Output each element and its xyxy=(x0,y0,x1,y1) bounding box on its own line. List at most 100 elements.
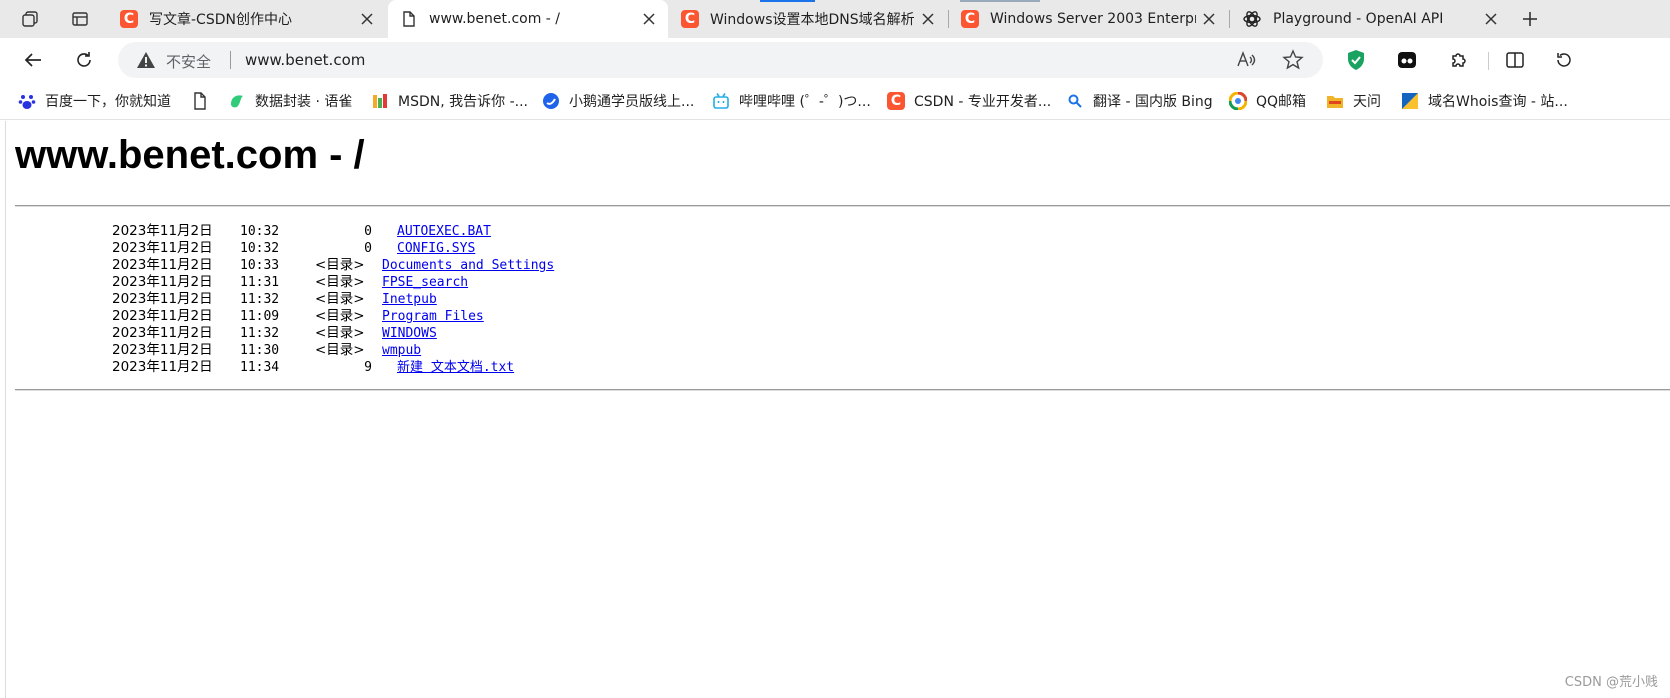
watermark: CSDN @荒小贱 xyxy=(1564,675,1658,690)
warning-triangle-icon[interactable] xyxy=(136,51,156,69)
tab-csdn-editor[interactable]: C 写文章-CSDN创作中心 xyxy=(108,0,386,38)
back-arrow-icon[interactable] xyxy=(17,44,49,76)
workspaces-icon[interactable] xyxy=(16,7,44,31)
extension-app-icon[interactable] xyxy=(1391,44,1423,76)
entry-link[interactable]: 新建 文本文档.txt xyxy=(397,359,514,376)
entry-link[interactable]: Program Files xyxy=(382,308,484,325)
refresh-icon[interactable] xyxy=(68,44,100,76)
tab-title: Playground - OpenAI API xyxy=(1273,11,1444,27)
omnibox-separator xyxy=(230,51,231,69)
page-icon xyxy=(400,10,418,28)
bookmark-label: 百度一下，你就知道 xyxy=(45,94,171,110)
tab-csdn-dns[interactable]: C Windows设置本地DNS域名解析h xyxy=(669,0,947,38)
favorite-star-icon[interactable] xyxy=(1281,48,1305,72)
bookmark-msdn[interactable]: MSDN, 我告诉你 -... xyxy=(371,91,528,111)
bookmark-yuque[interactable]: 数据封装 · 语雀 xyxy=(228,91,352,111)
tab-benet[interactable]: www.benet.com - / xyxy=(388,0,668,38)
bookmark-label: MSDN, 我告诉你 -... xyxy=(398,94,528,110)
yuque-icon xyxy=(228,92,246,110)
url-text[interactable]: www.benet.com xyxy=(245,51,365,69)
toolbar-separator xyxy=(1488,52,1489,70)
dir-marker: <目录> xyxy=(315,308,365,324)
entry-link[interactable]: Inetpub xyxy=(382,291,437,308)
bookmark-bilibili[interactable]: 哔哩哔哩 (゜-゜)つ... xyxy=(712,91,871,111)
dir-marker: <目录> xyxy=(315,325,365,341)
extensions-puzzle-icon[interactable] xyxy=(1443,44,1475,76)
shield-extension-icon[interactable] xyxy=(1340,44,1372,76)
csdn-icon: C xyxy=(120,10,138,28)
tab-strip: C 写文章-CSDN创作中心 www.benet.com - / C Windo… xyxy=(0,0,1670,38)
tab-title: Windows设置本地DNS域名解析h xyxy=(710,12,915,28)
bookmark-qqmail[interactable]: QQ邮箱 xyxy=(1229,91,1306,111)
csdn-icon: C xyxy=(681,10,699,28)
close-icon[interactable] xyxy=(636,6,662,32)
bookmark-label: 数据封装 · 语雀 xyxy=(255,94,353,110)
close-icon[interactable] xyxy=(1478,6,1504,32)
entry-link[interactable]: AUTOEXEC.BAT xyxy=(397,223,491,240)
bookmark-csdn[interactable]: C CSDN - 专业开发者... xyxy=(887,91,1051,111)
read-aloud-icon[interactable] xyxy=(1234,48,1258,72)
bookmark-label: 天问 xyxy=(1353,94,1381,110)
dir-marker: <目录> xyxy=(315,291,365,307)
page-title: www.benet.com - / xyxy=(15,133,365,177)
qqmail-icon xyxy=(1229,92,1247,110)
tab-openai-playground[interactable]: Playground - OpenAI API xyxy=(1230,0,1510,38)
entry-time: 11:09 xyxy=(240,309,280,324)
whois-icon xyxy=(1401,92,1419,110)
entry-date: 2023年11月2日 xyxy=(112,359,213,375)
tab-title: www.benet.com - / xyxy=(429,11,561,27)
history-icon[interactable] xyxy=(1548,44,1580,76)
entry-link[interactable]: Documents and Settings xyxy=(382,257,554,274)
entry-time: 11:31 xyxy=(240,275,280,290)
entry-time: 11:30 xyxy=(240,343,280,358)
close-icon[interactable] xyxy=(354,6,380,32)
bookmark-bing-translate[interactable]: 翻译 - 国内版 Bing xyxy=(1066,91,1213,111)
entry-link[interactable]: CONFIG.SYS xyxy=(397,240,475,257)
bookmark-whois[interactable]: 域名Whois查询 - 站... xyxy=(1401,91,1568,111)
entry-date: 2023年11月2日 xyxy=(112,240,213,256)
entry-time: 10:32 xyxy=(240,224,280,239)
entry-link[interactable]: wmpub xyxy=(382,342,421,359)
xiaoetong-icon xyxy=(542,92,560,110)
page-viewport: www.benet.com - / 2023年11月2日 10:32 0 AUT… xyxy=(5,121,1670,698)
entry-date: 2023年11月2日 xyxy=(112,274,213,290)
bookmark-blank-page[interactable] xyxy=(191,91,209,111)
entry-link[interactable]: FPSE_search xyxy=(382,274,468,291)
entry-date: 2023年11月2日 xyxy=(112,257,213,273)
bookmark-tianwen[interactable]: 天问 xyxy=(1326,91,1381,111)
horizontal-rule-top xyxy=(15,205,1670,207)
entry-date: 2023年11月2日 xyxy=(112,291,213,307)
tab-csdn-server2003[interactable]: C Windows Server 2003 Enterprise xyxy=(949,0,1228,38)
bookmark-label: 翻译 - 国内版 Bing xyxy=(1093,94,1213,110)
entry-size: 0 xyxy=(364,241,372,256)
page-icon xyxy=(191,92,209,110)
dir-marker: <目录> xyxy=(315,342,365,358)
openai-icon xyxy=(1242,9,1262,29)
browser-toolbar: 不安全 www.benet.com xyxy=(0,38,1670,82)
address-bar[interactable]: 不安全 www.benet.com xyxy=(118,42,1323,78)
bookmark-xiaoetong[interactable]: 小鹅通学员版线上... xyxy=(542,91,694,111)
bookmarks-bar: 百度一下，你就知道 数据封装 · 语雀 MSDN, 我告诉你 -... 小鹅通学… xyxy=(0,82,1670,120)
new-tab-plus-icon[interactable] xyxy=(1516,7,1544,31)
entry-time: 11:32 xyxy=(240,292,280,307)
not-secure-label[interactable]: 不安全 xyxy=(166,51,211,72)
msdn-icon xyxy=(371,92,389,110)
bookmark-label: CSDN - 专业开发者... xyxy=(914,94,1052,110)
bookmark-label: QQ邮箱 xyxy=(1256,94,1307,110)
entry-size: 0 xyxy=(364,224,372,239)
entry-size: 9 xyxy=(364,360,372,375)
tab-title: Windows Server 2003 Enterprise xyxy=(990,11,1196,27)
entry-time: 10:32 xyxy=(240,241,280,256)
bookmark-baidu[interactable]: 百度一下，你就知道 xyxy=(18,91,171,111)
tab-actions-icon[interactable] xyxy=(66,7,94,31)
close-icon[interactable] xyxy=(1196,6,1222,32)
split-screen-icon[interactable] xyxy=(1499,44,1531,76)
dir-marker: <目录> xyxy=(315,274,365,290)
folder-icon xyxy=(1326,92,1344,110)
bilibili-tv-icon xyxy=(712,92,730,110)
horizontal-rule-bottom xyxy=(15,389,1670,391)
bookmark-label: 哔哩哔哩 (゜-゜)つ... xyxy=(739,94,871,110)
entry-time: 10:33 xyxy=(240,258,280,273)
close-icon[interactable] xyxy=(915,6,941,32)
entry-link[interactable]: WINDOWS xyxy=(382,325,437,342)
